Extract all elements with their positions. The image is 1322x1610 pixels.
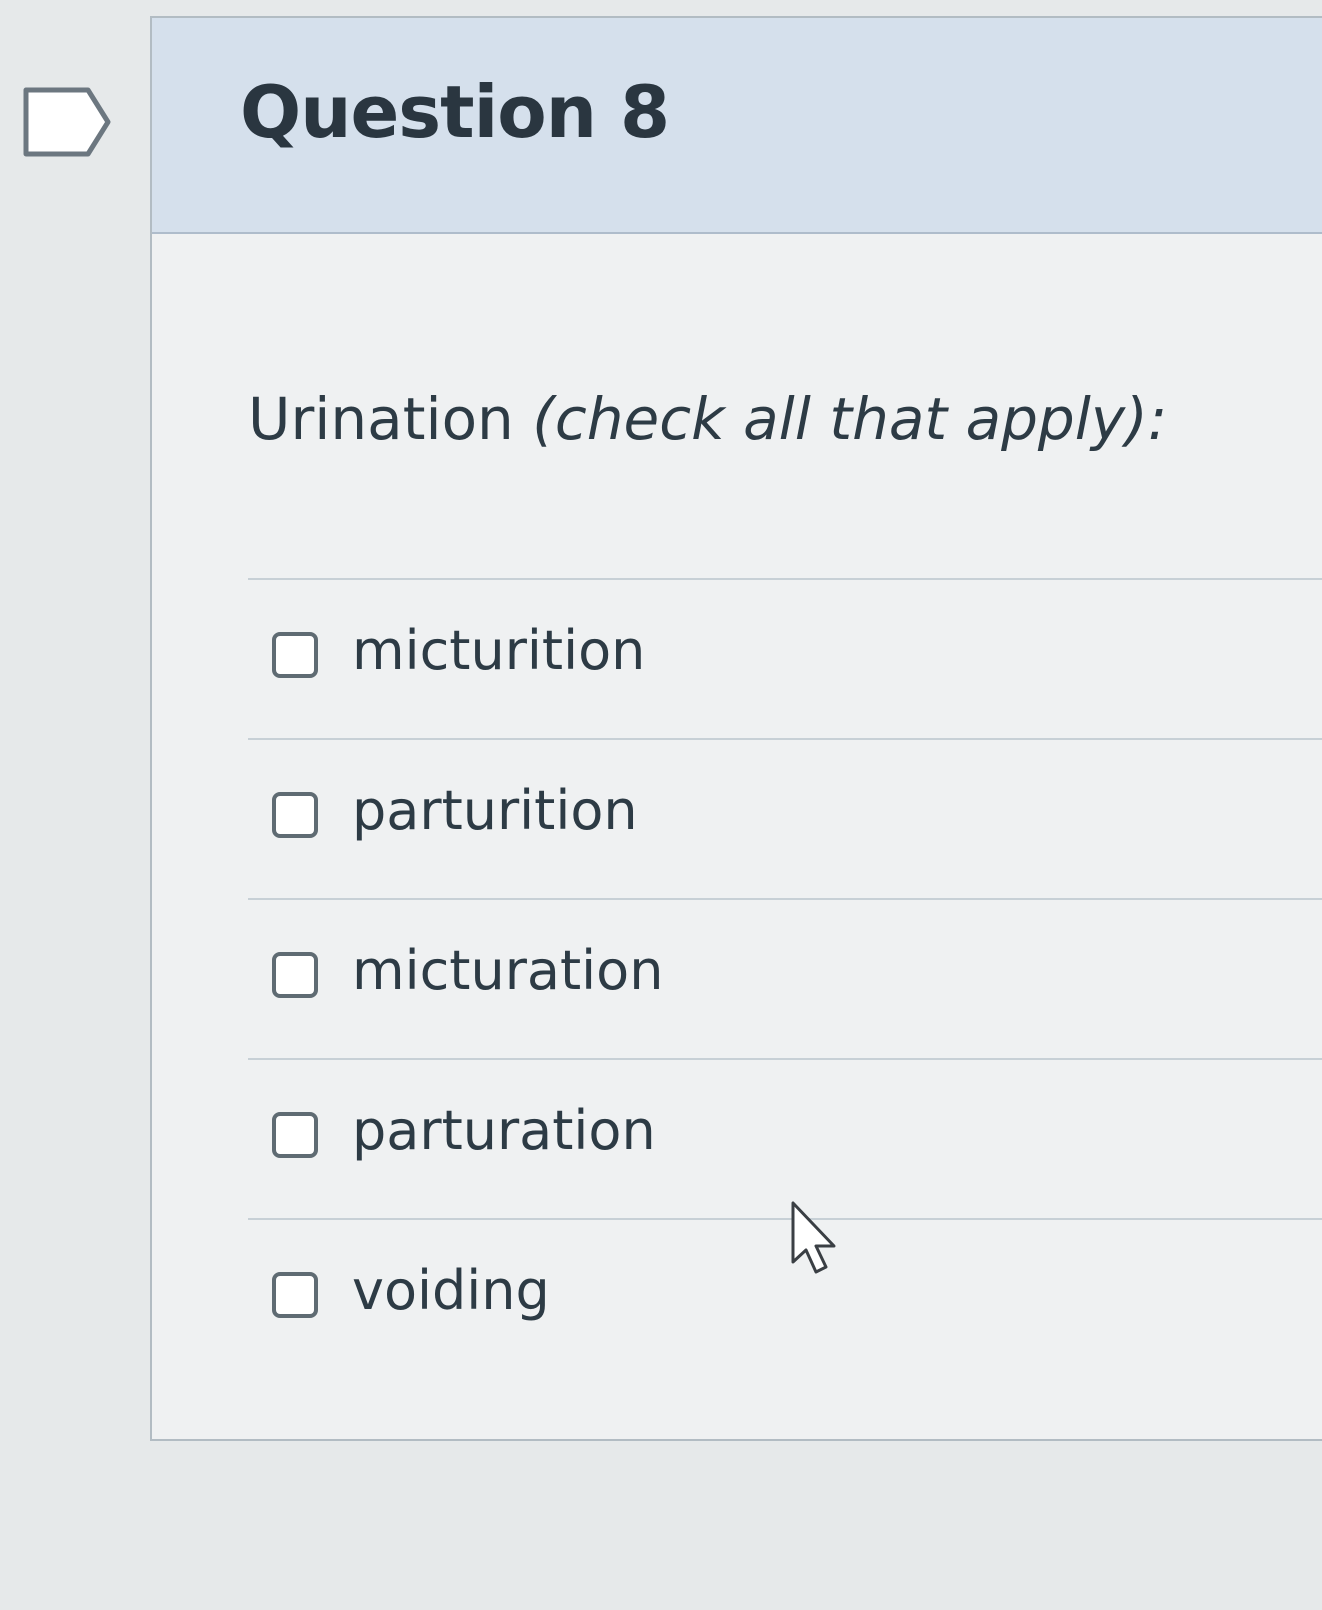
question-prompt: Urination (check all that apply):: [248, 390, 1167, 448]
question-title: Question 8: [240, 70, 670, 154]
answer-option[interactable]: voiding: [248, 1218, 1322, 1378]
answer-label[interactable]: voiding: [352, 1264, 550, 1318]
answer-option[interactable]: parturition: [248, 738, 1322, 898]
answer-checkbox[interactable]: [272, 792, 318, 838]
question-prompt-text: Urination: [248, 385, 533, 453]
answer-option[interactable]: parturation: [248, 1058, 1322, 1218]
answer-checkbox[interactable]: [272, 1272, 318, 1318]
answer-checkbox[interactable]: [272, 1112, 318, 1158]
question-prompt-hint: (check all that apply):: [532, 385, 1168, 453]
answer-list: micturition parturition micturation part…: [248, 578, 1322, 1378]
answer-label[interactable]: micturition: [352, 624, 645, 678]
question-card: Question 8 Urination (check all that app…: [150, 16, 1322, 1441]
answer-option[interactable]: micturation: [248, 898, 1322, 1058]
answer-checkbox[interactable]: [272, 952, 318, 998]
answer-option[interactable]: micturition: [248, 578, 1322, 738]
flag-question-icon[interactable]: [22, 86, 114, 158]
question-header: Question 8: [152, 18, 1322, 234]
answer-label[interactable]: micturation: [352, 944, 663, 998]
mouse-pointer-icon: [791, 1201, 836, 1274]
answer-label[interactable]: parturition: [352, 784, 638, 838]
answer-checkbox[interactable]: [272, 632, 318, 678]
answer-label[interactable]: parturation: [352, 1104, 656, 1158]
